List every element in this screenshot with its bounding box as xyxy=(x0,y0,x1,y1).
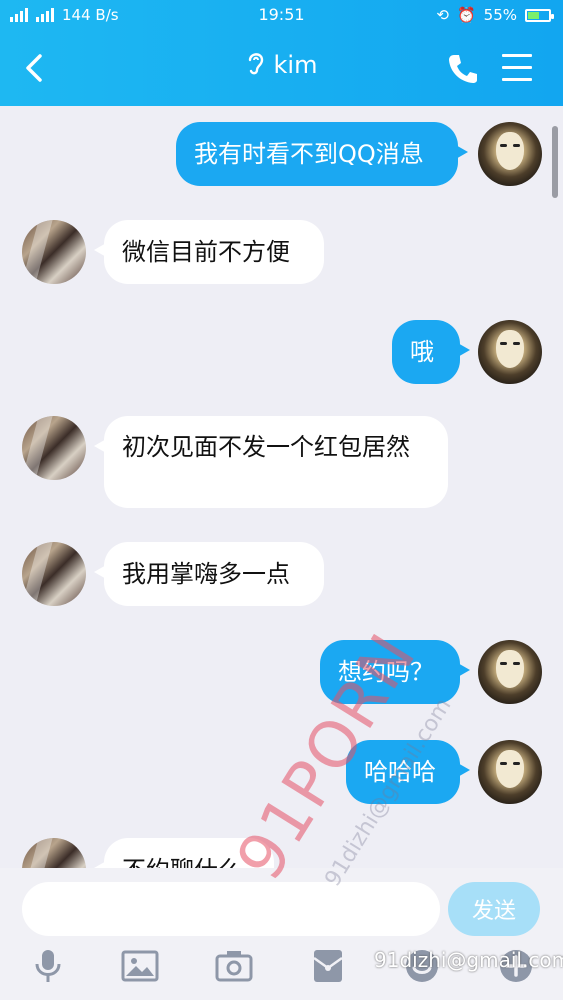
contact-name: kim xyxy=(273,51,318,79)
microphone-icon[interactable] xyxy=(28,946,68,986)
message-input[interactable] xyxy=(22,882,440,936)
message-bubble[interactable]: 哈哈哈 xyxy=(346,740,470,804)
battery-percent: 55% xyxy=(483,6,517,24)
status-bar: 144 B/s 19:51 ⟲ ⏰ 55% xyxy=(0,0,563,30)
scrollbar[interactable] xyxy=(552,126,558,198)
image-icon[interactable] xyxy=(120,946,160,986)
avatar[interactable] xyxy=(22,838,86,868)
menu-icon[interactable] xyxy=(502,54,534,84)
message-bubble[interactable]: 想约吗？ xyxy=(320,640,470,704)
app-header: 144 B/s 19:51 ⟲ ⏰ 55% kim xyxy=(0,0,563,106)
avatar[interactable] xyxy=(478,122,542,186)
chat-area[interactable]: 我有时看不到QQ消息 微信目前不方便 哦 初次见面不发一个红包居然 我用掌嗨多一… xyxy=(0,106,563,868)
phone-icon[interactable] xyxy=(446,52,480,86)
avatar[interactable] xyxy=(478,740,542,804)
message-bubble[interactable]: 我用掌嗨多一点 xyxy=(94,542,324,606)
send-button[interactable]: 发送 xyxy=(448,882,540,936)
ear-icon xyxy=(248,53,263,75)
message-bubble[interactable]: 初次见面不发一个红包居然 xyxy=(94,416,448,508)
message-bubble[interactable]: 哦 xyxy=(392,320,470,384)
avatar[interactable] xyxy=(22,542,86,606)
message-bubble[interactable]: 不约聊什么 xyxy=(94,838,274,868)
nav-bar: kim xyxy=(0,30,563,106)
rotation-lock-icon: ⟲ xyxy=(436,6,449,24)
avatar[interactable] xyxy=(478,640,542,704)
avatar[interactable] xyxy=(22,220,86,284)
avatar[interactable] xyxy=(22,416,86,480)
message-bubble[interactable]: 微信目前不方便 xyxy=(94,220,324,284)
input-bar: 发送 xyxy=(0,868,563,1000)
avatar[interactable] xyxy=(478,320,542,384)
red-packet-icon[interactable] xyxy=(308,946,348,986)
alarm-icon: ⏰ xyxy=(456,6,476,24)
message-bubble[interactable]: 我有时看不到QQ消息 xyxy=(176,122,468,186)
watermark-email: 91dizhi@gmail.com xyxy=(374,948,563,972)
camera-icon[interactable] xyxy=(214,946,254,986)
battery-icon xyxy=(525,8,554,22)
